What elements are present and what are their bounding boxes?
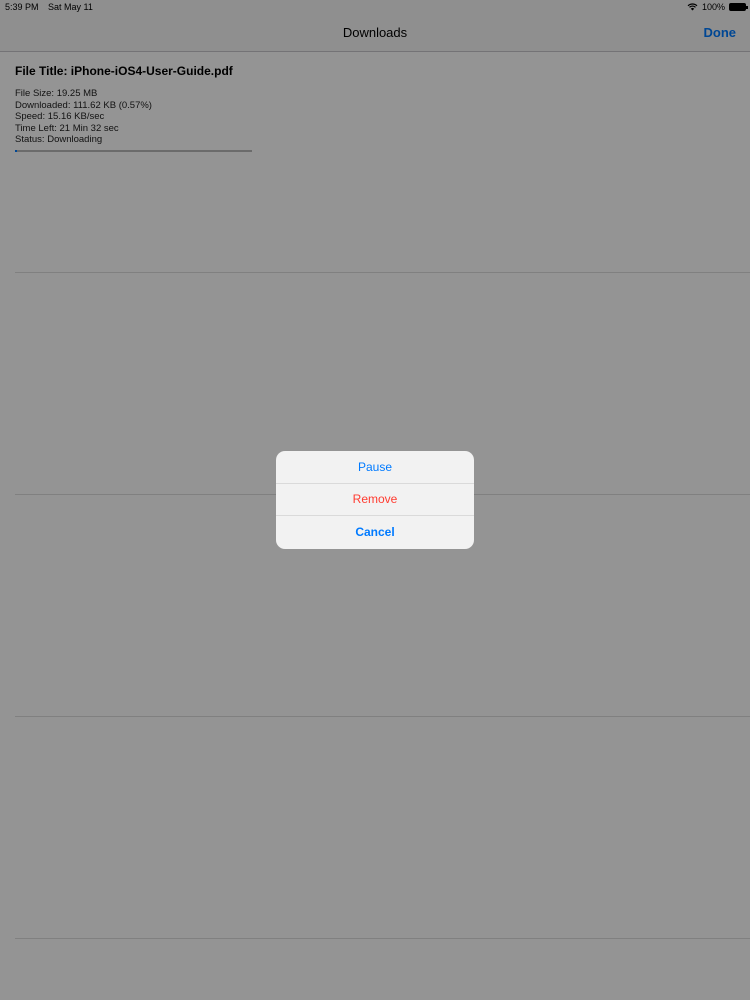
pause-button[interactable]: Pause [276, 451, 474, 484]
remove-button[interactable]: Remove [276, 484, 474, 516]
action-sheet: Pause Remove Cancel [276, 451, 474, 549]
cancel-button[interactable]: Cancel [276, 516, 474, 549]
screen: 5:39 PM Sat May 11 100% Downloads Done F… [0, 0, 750, 1000]
